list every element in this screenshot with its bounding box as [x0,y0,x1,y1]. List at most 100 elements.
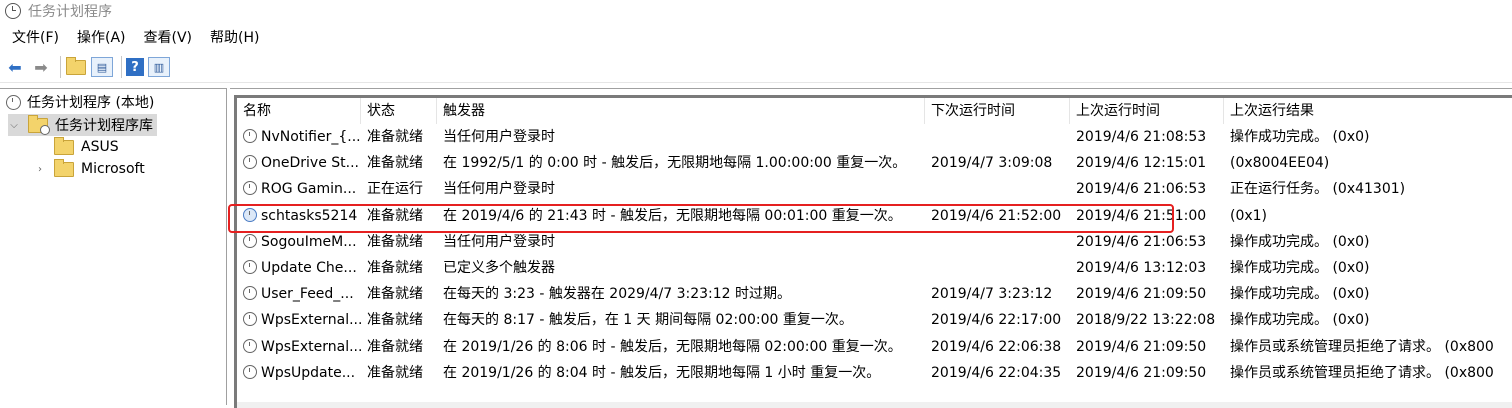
folder-up-icon[interactable] [65,56,87,78]
task-clock-icon [243,286,257,301]
column-header-status[interactable]: 状态 [361,98,437,124]
cell-next-run: 2019/4/7 3:23:12 [931,286,1053,303]
cell-last-result: 正在运行任务。 (0x41301) [1230,181,1406,198]
task-clock-icon [243,233,257,248]
cell-next-run: 2019/4/6 22:06:38 [931,338,1062,355]
cell-status: 准备就绪 [367,338,423,355]
cell-last-result: 操作员或系统管理员拒绝了请求。 (0x800 [1230,338,1494,355]
cell-last-result: 操作成功完成。 (0x0) [1230,312,1370,329]
cell-status: 准备就绪 [367,364,423,381]
cell-next-run: 2019/4/7 3:09:08 [931,155,1053,172]
column-header-last-result[interactable]: 上次运行结果 [1224,98,1512,124]
show-hide-tree-icon[interactable]: ▤ [91,57,113,77]
horizontal-scrollbar[interactable] [237,402,1512,408]
cell-next-run [925,255,1070,281]
toolbar-separator [121,56,122,78]
folder-icon [54,158,74,177]
cell-trigger: 当任何用户登录时 [443,129,555,145]
cell-status: 准备就绪 [367,260,423,276]
tree-item-label: 任务计划程序库 [55,118,153,134]
cell-last-result: 操作成功完成。 (0x0) [1230,260,1370,276]
task-name: WpsUpdate... [261,364,356,381]
help-icon[interactable]: ? [126,58,144,76]
forward-arrow-icon[interactable]: ➡ [30,56,52,78]
task-name: WpsExternal... [261,338,361,355]
task-clock-icon [243,338,257,353]
menu-file[interactable]: 文件(F) [6,27,65,47]
table-row[interactable]: WpsExternal... 准备就绪 在每天的 8:17 - 触发后，在 1 天 … [237,307,1512,333]
column-header-trigger[interactable]: 触发器 [437,98,925,124]
cell-last-run: 2019/4/6 21:09:50 [1076,338,1207,355]
cell-next-run [925,176,1070,202]
task-name: Update Che... [261,260,357,276]
cell-next-run: 2019/4/6 22:04:35 [931,364,1062,381]
cell-trigger: 在 2019/1/26 的 8:04 时 - 触发后，无限期地每隔 1 小时 重… [443,364,881,381]
cell-name: WpsExternal... [237,307,361,333]
menu-help[interactable]: 帮助(H) [204,27,265,47]
cell-name: ROG Gamin... [237,176,361,202]
table-row[interactable]: User_Feed_... 准备就绪 在每天的 3:23 - 触发器在 2029/4… [237,281,1512,307]
toolbar: ⬅ ➡ ▤ ? ▥ [0,52,1512,83]
task-name: WpsExternal... [261,312,361,329]
cell-last-run: 2019/4/6 21:09:50 [1076,286,1207,303]
folder-icon [54,136,74,155]
task-list-pane: 名称 状态 触发器 下次运行时间 上次运行时间 上次运行结果 NvNotifie… [228,88,1512,408]
column-header-name[interactable]: 名称 [237,98,361,124]
task-scheduler-clock-icon [6,94,21,110]
cell-status: 准备就绪 [367,129,423,145]
chevron-right-icon[interactable]: › [34,164,46,175]
cell-status: 准备就绪 [367,312,423,329]
tree-item-library[interactable]: ⌵ 任务计划程序库 [8,114,157,136]
cell-name: WpsUpdate... [237,360,361,386]
chevron-down-icon[interactable]: ⌵ [8,120,20,131]
back-arrow-icon[interactable]: ⬅ [4,56,26,78]
task-clock-icon [243,312,257,327]
cell-trigger: 已定义多个触发器 [443,260,555,276]
tree-item-asus[interactable]: ASUS [54,136,119,158]
tree-item-label: 任务计划程序 (本地) [27,95,155,111]
task-table: 名称 状态 触发器 下次运行时间 上次运行时间 上次运行结果 NvNotifie… [228,95,1512,408]
cell-trigger: 在每天的 8:17 - 触发后，在 1 天 期间每隔 02:00:00 重复一次… [443,312,853,329]
tree-item-microsoft[interactable]: › Microsoft [34,158,145,180]
cell-last-run: 2019/4/6 12:15:01 [1076,155,1207,172]
cell-trigger: 在每天的 3:23 - 触发器在 2029/4/7 3:23:12 时过期。 [443,286,792,303]
cell-last-result: (0x8004EE04) [1230,155,1330,172]
task-name: User_Feed_... [261,286,354,303]
column-header-next-run[interactable]: 下次运行时间 [925,98,1070,124]
cell-status: 准备就绪 [367,155,423,172]
cell-status: 正在运行 [367,181,423,198]
table-row[interactable]: Update Che... 准备就绪 已定义多个触发器 2019/4/6 13:12:… [237,255,1512,281]
table-header: 名称 状态 触发器 下次运行时间 上次运行时间 上次运行结果 [237,98,1512,124]
cell-last-result: 操作成功完成。 (0x0) [1230,233,1370,250]
cell-last-result: 操作成功完成。 (0x0) [1230,286,1370,303]
cell-last-result: (0x1) [1230,207,1268,224]
cell-last-run: 2019/4/6 21:08:53 [1076,129,1207,145]
table-row[interactable]: NvNotifier_{... 准备就绪 当任何用户登录时 2019/4/6 21:0… [237,124,1512,150]
task-clock-icon [243,155,257,170]
cell-trigger: 在 2019/1/26 的 8:06 时 - 触发后，无限期地每隔 02:00:… [443,338,902,355]
task-name: OneDrive St... [261,155,360,172]
table-row[interactable]: ROG Gamin... 正在运行 当任何用户登录时 2019/4/6 21:06:5… [237,176,1512,202]
cell-trigger: 当任何用户登录时 [443,181,555,198]
cell-trigger: 在 1992/5/1 的 0:00 时 - 触发后，无限期地每隔 1.00:00… [443,155,907,172]
cell-name: Update Che... [237,255,361,281]
cell-name: NvNotifier_{... [237,124,361,150]
task-scheduler-clock-icon [5,3,21,19]
show-hide-action-pane-icon[interactable]: ▥ [148,57,170,77]
title-bar: 任务计划程序 [0,0,1512,22]
table-row[interactable]: WpsExternal... 准备就绪 在 2019/1/26 的 8:06 时 -… [237,334,1512,360]
tree-item-label: ASUS [81,139,119,155]
tree-item-root[interactable]: 任务计划程序 (本地) [6,91,154,113]
toolbar-separator [60,56,61,78]
column-header-last-run[interactable]: 上次运行时间 [1070,98,1224,124]
cell-name: WpsExternal... [237,334,361,360]
library-folder-icon [28,114,50,135]
menu-view[interactable]: 查看(V) [138,27,199,47]
task-clock-icon [243,260,257,274]
cell-name: OneDrive St... [237,150,361,176]
table-row[interactable]: WpsUpdate... 准备就绪 在 2019/1/26 的 8:04 时 - 触… [237,360,1512,386]
cell-last-result: 操作成功完成。 (0x0) [1230,129,1370,145]
menu-action[interactable]: 操作(A) [71,27,132,47]
table-row[interactable]: OneDrive St... 准备就绪 在 1992/5/1 的 0:00 时 - … [237,150,1512,176]
menu-bar: 文件(F) 操作(A) 查看(V) 帮助(H) [0,25,265,49]
